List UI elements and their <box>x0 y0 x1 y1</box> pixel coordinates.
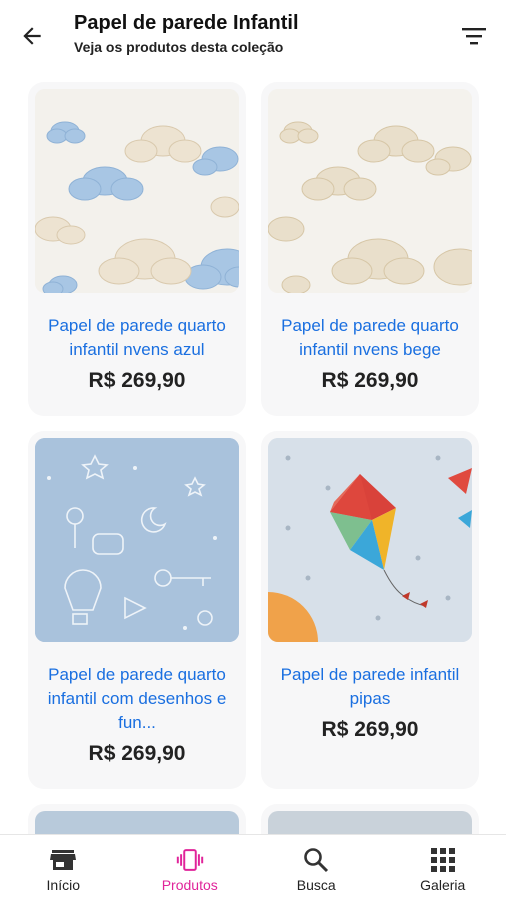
product-price: R$ 269,90 <box>321 718 419 741</box>
product-price: R$ 269,90 <box>88 742 186 765</box>
product-grid[interactable]: Papel de parede quarto infantil nvens az… <box>0 82 506 834</box>
clouds-blue-wallpaper-image <box>35 89 239 293</box>
page-subtitle: Veja os produtos desta coleção <box>74 39 284 55</box>
product-card[interactable]: Papel de parede infantil pipas R$ 269,90 <box>261 431 479 789</box>
header-titles: Papel de parede Infantil Veja os produto… <box>74 10 299 57</box>
bottom-navigation: Início Produtos Busca Galeria <box>0 834 506 900</box>
clouds-beige-wallpaper-image <box>268 89 472 293</box>
back-button[interactable] <box>12 16 52 56</box>
product-name[interactable]: Papel de parede quarto infantil com dese… <box>34 663 240 735</box>
product-image[interactable] <box>35 811 239 834</box>
nav-label: Produtos <box>161 877 218 893</box>
product-name[interactable]: Papel de parede infantil pipas <box>267 663 473 711</box>
nav-label: Início <box>46 877 80 893</box>
product-card[interactable] <box>261 804 479 834</box>
product-image[interactable] <box>35 438 239 642</box>
grid-icon <box>429 847 457 873</box>
search-icon <box>302 847 330 873</box>
product-image[interactable] <box>268 89 472 293</box>
nav-item-galeria[interactable]: Galeria <box>380 835 506 900</box>
nav-label: Busca <box>296 877 336 893</box>
store-icon <box>49 847 77 873</box>
drawings-wallpaper-image <box>35 438 239 642</box>
product-image[interactable] <box>268 438 472 642</box>
kites-wallpaper-image <box>268 438 472 642</box>
phone-vibrate-icon <box>176 847 204 873</box>
nav-item-inicio[interactable]: Início <box>0 835 127 900</box>
nav-item-busca[interactable]: Busca <box>253 835 380 900</box>
filter-icon <box>462 28 486 45</box>
product-price: R$ 269,90 <box>88 369 186 392</box>
nav-label: Galeria <box>420 877 466 893</box>
filter-button[interactable] <box>454 16 494 56</box>
product-image[interactable] <box>268 811 472 834</box>
page-title: Papel de parede Infantil <box>74 12 299 34</box>
product-price: R$ 269,90 <box>321 369 419 392</box>
app-header: Papel de parede Infantil Veja os produto… <box>0 0 506 72</box>
product-card[interactable]: Papel de parede quarto infantil com dese… <box>28 431 246 789</box>
arrow-left-icon <box>23 27 41 45</box>
product-name[interactable]: Papel de parede quarto infantil nvens az… <box>34 314 240 362</box>
product-card[interactable]: Papel de parede quarto infantil nvens be… <box>261 82 479 416</box>
product-image[interactable] <box>35 89 239 293</box>
product-name[interactable]: Papel de parede quarto infantil nvens be… <box>267 314 473 362</box>
nav-item-produtos[interactable]: Produtos <box>127 835 254 900</box>
product-card[interactable] <box>28 804 246 834</box>
product-card[interactable]: Papel de parede quarto infantil nvens az… <box>28 82 246 416</box>
